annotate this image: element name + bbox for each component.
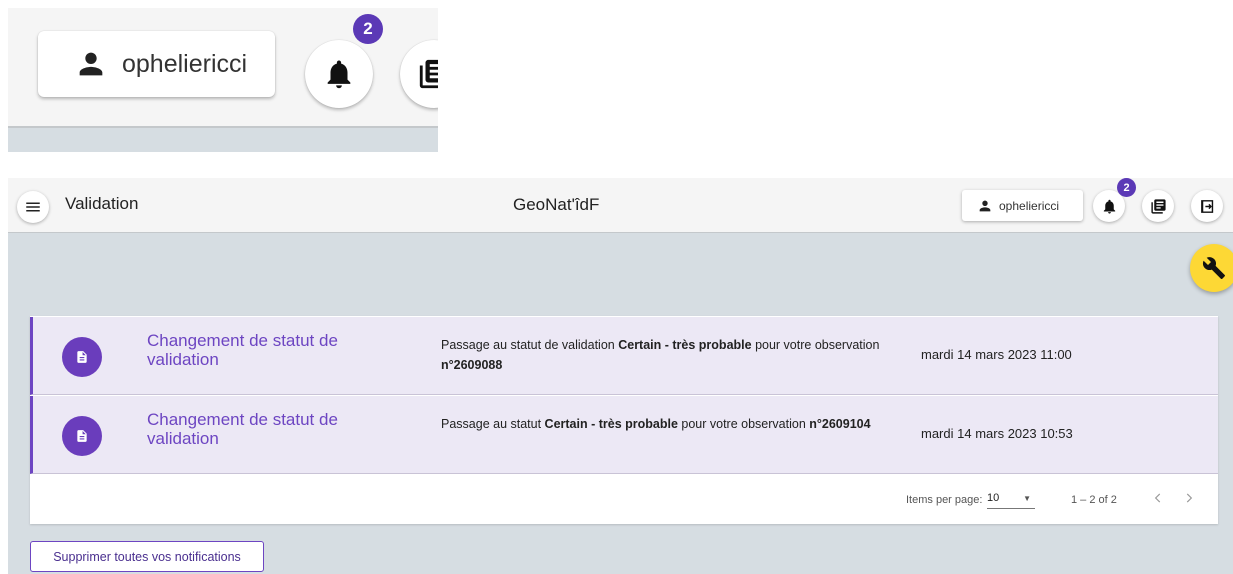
menu-button[interactable]	[17, 191, 49, 223]
zoom-divider	[8, 126, 438, 128]
notification-item[interactable]: Changement de statut de validation Passa…	[30, 317, 1218, 395]
site-title: GeoNat'îdF	[513, 195, 600, 214]
page-title: Validation	[65, 194, 139, 213]
chevron-right-icon	[1182, 491, 1196, 505]
notification-message: Passage au statut de validation Certain …	[441, 338, 880, 372]
zoom-user-button[interactable]: opheliericci	[38, 31, 275, 97]
chevron-left-icon	[1151, 491, 1165, 505]
paginator: Items per page: 10 ▼ 1 – 2 of 2	[30, 474, 1218, 524]
clear-notifications-button[interactable]: Supprimer toutes vos notifications	[30, 541, 264, 572]
dropdown-arrow-icon: ▼	[1023, 494, 1031, 503]
menu-icon	[24, 198, 42, 216]
account-icon	[74, 47, 108, 81]
notification-date: mardi 14 mars 2023 10:53	[921, 426, 1073, 441]
notification-item[interactable]: Changement de statut de validation Passa…	[30, 396, 1218, 474]
previous-page-button[interactable]	[1148, 486, 1168, 510]
items-per-page-label: Items per page:	[906, 494, 983, 506]
zoomed-toolbar-detail: opheliericci 2	[8, 8, 438, 152]
wrench-icon	[1202, 256, 1226, 280]
page-size-value: 10	[987, 492, 1000, 504]
account-icon	[977, 198, 993, 214]
app-window: Validation GeoNat'îdF opheliericci 2 Cha…	[8, 178, 1233, 574]
top-toolbar: Validation GeoNat'îdF opheliericci 2	[8, 178, 1233, 233]
notification-list: Changement de statut de validation Passa…	[30, 316, 1218, 524]
zoom-notification-badge: 2	[353, 14, 383, 44]
next-page-button[interactable]	[1179, 486, 1199, 510]
bell-icon	[322, 57, 356, 91]
page-size-select[interactable]: 10 ▼	[987, 492, 1035, 509]
user-button[interactable]: opheliericci	[962, 190, 1083, 221]
logout-button[interactable]	[1191, 190, 1223, 222]
newspaper-icon	[417, 57, 438, 91]
zoom-notifications-button[interactable]	[305, 40, 373, 108]
news-button[interactable]	[1142, 190, 1174, 222]
bell-icon	[1101, 198, 1118, 215]
zoom-news-button[interactable]	[400, 40, 438, 108]
logout-icon	[1199, 198, 1216, 215]
document-icon	[62, 416, 102, 456]
document-icon	[62, 337, 102, 377]
tools-fab-button[interactable]	[1190, 244, 1233, 292]
notification-badge: 2	[1117, 178, 1136, 197]
newspaper-icon	[1150, 198, 1167, 215]
zoom-content-background	[8, 128, 438, 152]
username: opheliericci	[999, 198, 1060, 213]
notification-message: Passage au statut Certain - très probabl…	[441, 417, 871, 431]
notification-title: Changement de statut de validation	[147, 410, 338, 448]
zoom-username: opheliericci	[122, 49, 248, 78]
notification-date: mardi 14 mars 2023 11:00	[921, 347, 1072, 362]
notification-title: Changement de statut de validation	[147, 331, 338, 369]
page-range: 1 – 2 of 2	[1071, 494, 1117, 506]
